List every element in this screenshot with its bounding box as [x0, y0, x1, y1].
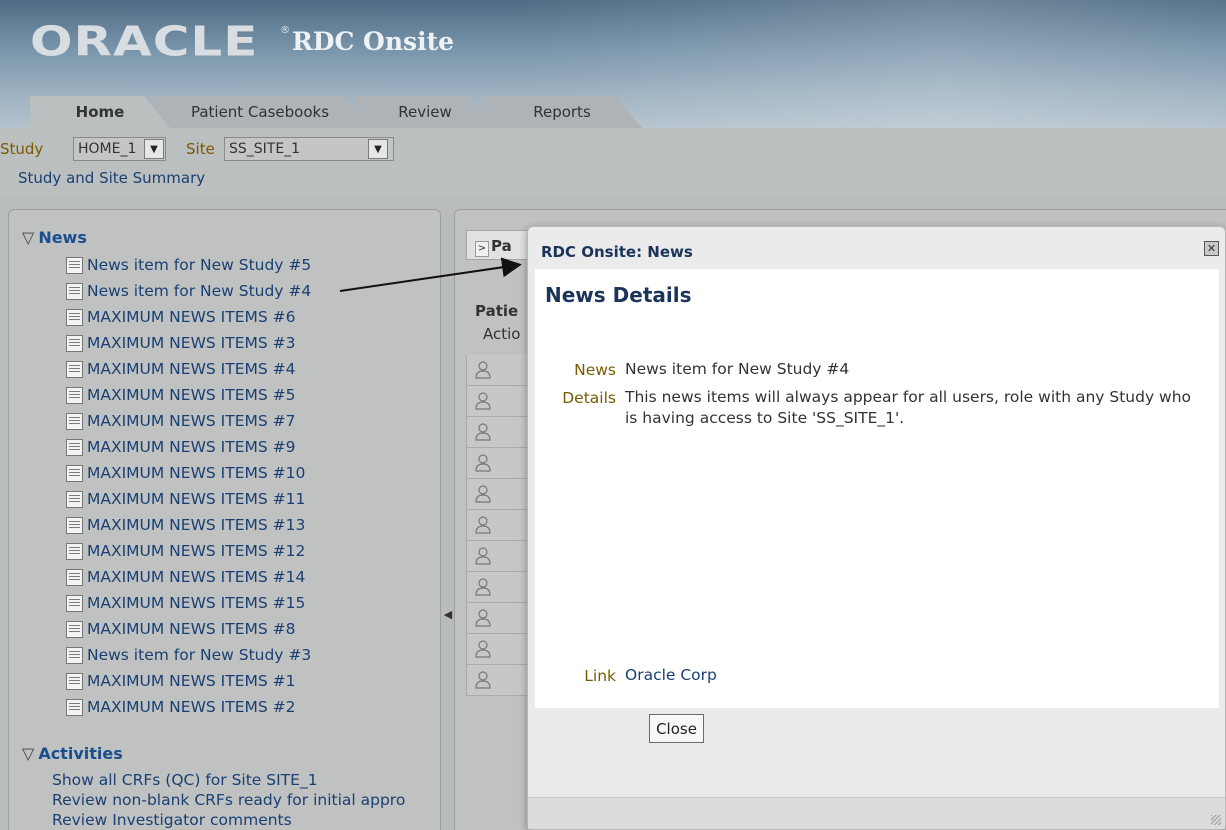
annotation-arrow: [339, 257, 522, 292]
arrow-line: [339, 257, 522, 292]
